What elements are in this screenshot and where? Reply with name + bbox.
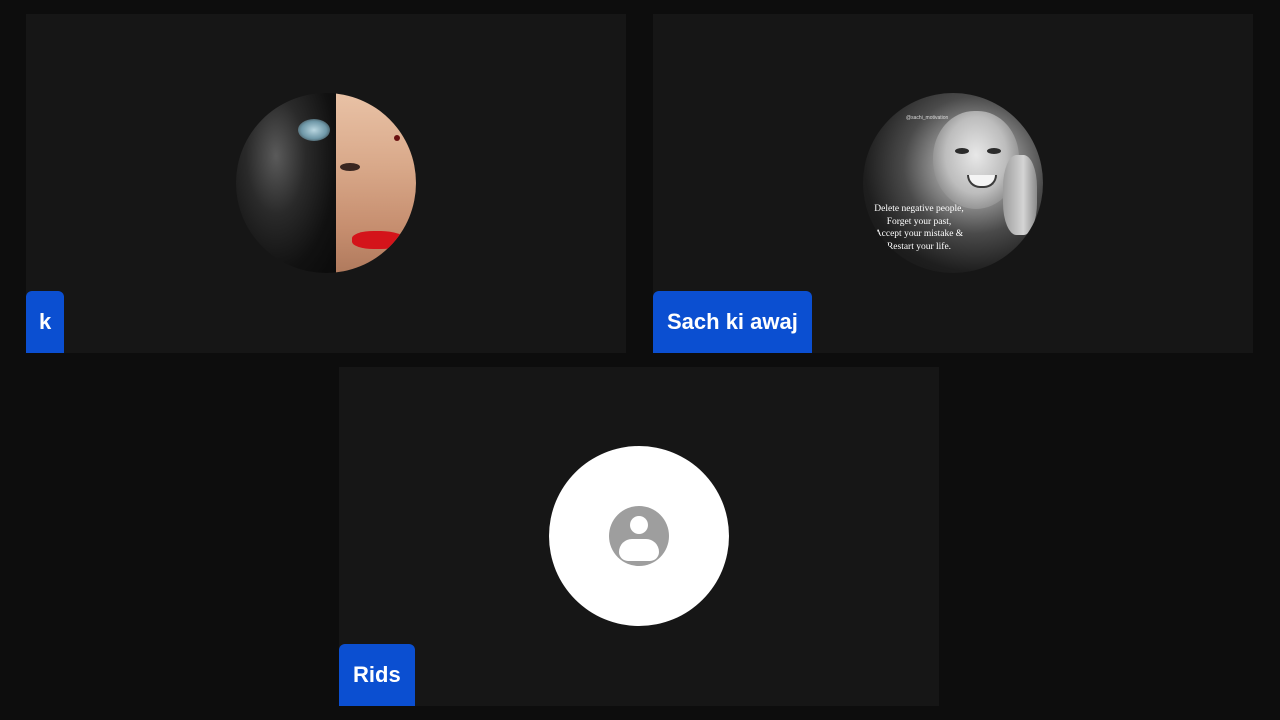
avatar-photo-lips [352, 231, 406, 249]
participant-tile-k[interactable]: k [26, 14, 626, 353]
participant-avatar [236, 93, 416, 273]
video-call-grid: k @sachi_motivation Delete negative peop… [0, 0, 1280, 720]
participant-name-tag: Rids [339, 644, 415, 706]
avatar-photo-eye [987, 148, 1001, 154]
participant-name-tag: Sach ki awaj [653, 291, 812, 353]
participant-avatar [549, 446, 729, 626]
quote-line: Forget your past, [886, 216, 952, 227]
participant-name-tag: k [26, 291, 65, 353]
quote-line: Restart your life. [886, 241, 952, 252]
person-icon [609, 506, 669, 566]
participant-name: Rids [353, 662, 401, 687]
participant-name: Sach ki awaj [667, 309, 798, 334]
avatar-photo-eye [340, 163, 360, 171]
avatar-photo-hand [1003, 155, 1037, 235]
avatar-photo-bindi [394, 135, 400, 141]
quote-line: Delete negative people, [874, 204, 964, 214]
person-icon-body [619, 539, 659, 561]
avatar-photo-eye [955, 148, 969, 154]
participant-name: k [39, 309, 52, 334]
person-icon-head [630, 516, 648, 534]
quote-line: Accept your mistake & [874, 229, 964, 240]
participant-avatar: @sachi_motivation Delete negative people… [863, 93, 1043, 273]
avatar-photo-reflection [298, 119, 330, 141]
avatar-photo-handle: @sachi_motivation [906, 115, 949, 121]
participant-tile-sach-ki-awaj[interactable]: @sachi_motivation Delete negative people… [653, 14, 1253, 353]
avatar-photo-quote: Delete negative people, Forget your past… [863, 203, 975, 253]
participant-tile-rids[interactable]: Rids [339, 367, 939, 706]
